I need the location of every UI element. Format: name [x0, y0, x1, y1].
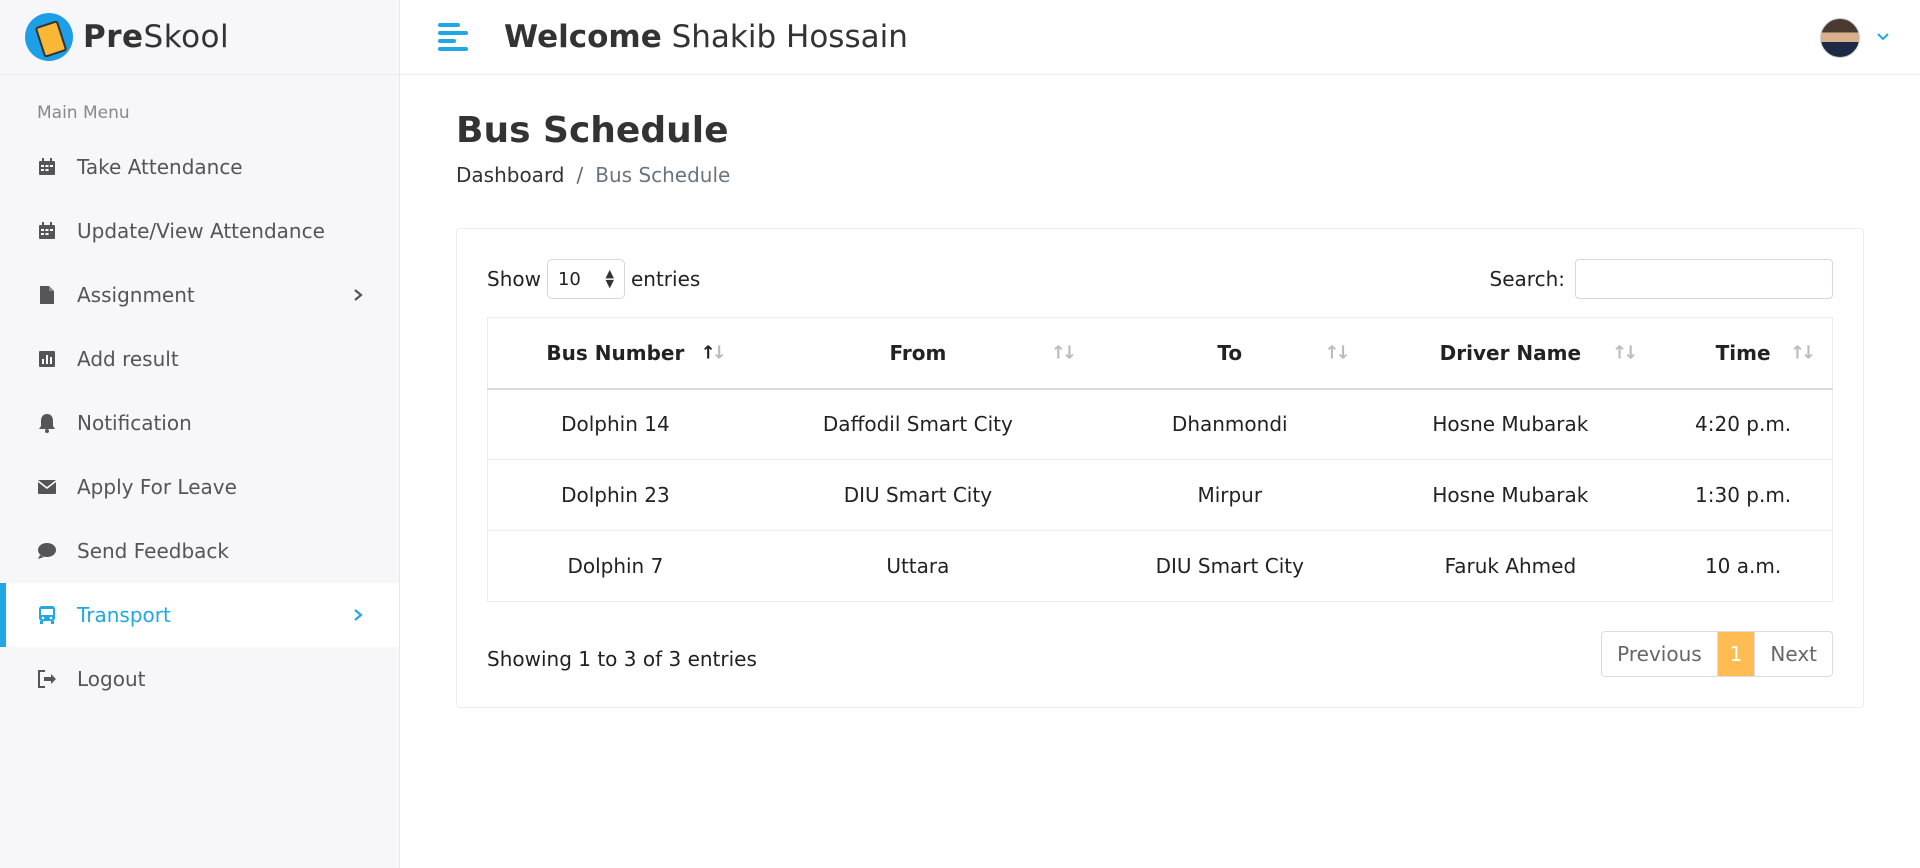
- sidebar-item-label: Apply For Leave: [77, 475, 237, 499]
- select-sort-icon: ▲ ▼: [605, 267, 614, 290]
- sort-icon: ↑↓: [700, 342, 727, 364]
- table-info: Showing 1 to 3 of 3 entries: [487, 647, 757, 671]
- column-header[interactable]: Time ↑↓: [1654, 317, 1833, 390]
- previous-button[interactable]: Previous: [1602, 632, 1718, 676]
- chevron-down-icon[interactable]: [1876, 30, 1890, 44]
- sidebar-item-label: Transport: [77, 603, 171, 627]
- sidebar-nav: Take Attendance Update/View Attendance Ass…: [0, 135, 399, 711]
- column-header[interactable]: From ↑↓: [742, 317, 1093, 390]
- sidebar-item-label: Add result: [77, 347, 179, 371]
- table-cell: Faruk Ahmed: [1366, 530, 1655, 602]
- sidebar-item-notification[interactable]: Notification: [0, 391, 399, 455]
- sort-icon: ↑↓: [1050, 342, 1077, 364]
- column-header-label: Time: [1715, 340, 1771, 365]
- table-row: Dolphin 23 DIU Smart City Mirpur Hosne Muba…: [487, 459, 1833, 531]
- pagination: Previous 1 Next: [1601, 631, 1833, 677]
- sidebar-item-assignment[interactable]: Assignment: [0, 263, 399, 327]
- column-header-label: From: [889, 340, 947, 365]
- breadcrumb-home[interactable]: Dashboard: [456, 163, 565, 187]
- logo[interactable]: PreSkool: [0, 0, 399, 75]
- table-cell: Uttara: [742, 530, 1093, 602]
- sidebar-item-label: Notification: [77, 411, 192, 435]
- welcome-label: Welcome: [504, 19, 662, 55]
- logo-icon: [25, 13, 73, 61]
- sidebar-item-apply-for-leave[interactable]: Apply For Leave: [0, 455, 399, 519]
- chevron-right-icon: [353, 603, 363, 627]
- sidebar-item-label: Send Feedback: [77, 539, 229, 563]
- table-cell: 10 a.m.: [1654, 530, 1833, 602]
- entries-label: entries: [630, 267, 701, 291]
- table-cell: 1:30 p.m.: [1654, 459, 1833, 531]
- table-cell: Hosne Mubarak: [1366, 388, 1655, 460]
- table-header-row: Bus Number ↑↓ From ↑↓ To ↑↓ Driver Name ↑↓ Time ↑…: [487, 317, 1833, 390]
- table-cell: DIU Smart City: [1092, 530, 1367, 602]
- next-button[interactable]: Next: [1754, 632, 1832, 676]
- column-header[interactable]: To ↑↓: [1092, 317, 1367, 390]
- entries-length-control: Show 10 ▲ ▼ entries: [487, 259, 700, 299]
- table-cell: Mirpur: [1092, 459, 1367, 531]
- top-header: Welcome Shakib Hossain: [400, 0, 1920, 75]
- table-cell: Hosne Mubarak: [1366, 459, 1655, 531]
- sidebar: PreSkool Main Menu Take Attendance Update…: [0, 0, 400, 868]
- sidebar-item-label: Take Attendance: [77, 155, 243, 179]
- show-label: Show: [487, 267, 541, 291]
- welcome-text: Welcome Shakib Hossain: [504, 19, 908, 55]
- table-cell: DIU Smart City: [742, 459, 1093, 531]
- sidebar-item-label: Assignment: [77, 283, 195, 307]
- sidebar-item-label: Logout: [77, 667, 146, 691]
- table-cell: Dolphin 14: [487, 388, 743, 460]
- envelope-icon: [37, 477, 57, 497]
- calendar-icon: [37, 157, 57, 177]
- sidebar-item-update-view-attendance[interactable]: Update/View Attendance: [0, 199, 399, 263]
- bus-schedule-card: Show 10 ▲ ▼ entries Search: Bus Number ↑↓ F…: [456, 228, 1864, 708]
- table-cell: Dolphin 7: [487, 530, 743, 602]
- bus-schedule-table: Bus Number ↑↓ From ↑↓ To ↑↓ Driver Name ↑↓ Time ↑…: [487, 317, 1833, 602]
- sort-icon: ↑↓: [1324, 342, 1350, 364]
- user-name: Shakib Hossain: [671, 19, 908, 55]
- sidebar-item-take-attendance[interactable]: Take Attendance: [0, 135, 399, 199]
- sidebar-item-transport[interactable]: Transport: [0, 583, 399, 647]
- search-label: Search:: [1489, 267, 1565, 291]
- column-header-label: Bus Number: [546, 340, 685, 365]
- sort-icon: ↑↓: [1612, 342, 1638, 364]
- column-header[interactable]: Bus Number ↑↓: [487, 317, 743, 390]
- sort-icon: ↑↓: [1789, 342, 1816, 364]
- search-control: Search:: [1490, 259, 1833, 299]
- entries-select[interactable]: 10 ▲ ▼: [546, 259, 625, 299]
- sidebar-item-add-result[interactable]: Add result: [0, 327, 399, 391]
- sidebar-item-label: Update/View Attendance: [77, 219, 325, 243]
- bell-icon: [37, 413, 57, 433]
- breadcrumb: Dashboard / Bus Schedule: [456, 163, 730, 187]
- search-input[interactable]: [1575, 259, 1833, 299]
- menu-title: Main Menu: [37, 103, 130, 123]
- breadcrumb-current: Bus Schedule: [595, 163, 731, 187]
- brand-name: PreSkool: [83, 19, 230, 55]
- table-row: Dolphin 14 Daffodil Smart City Dhanmondi Ho…: [487, 388, 1833, 460]
- sidebar-item-send-feedback[interactable]: Send Feedback: [0, 519, 399, 583]
- column-header-label: To: [1217, 340, 1243, 365]
- page-title: Bus Schedule: [456, 110, 729, 151]
- menu-toggle-icon[interactable]: [438, 23, 468, 51]
- column-header-label: Driver Name: [1439, 340, 1582, 365]
- table-cell: Dhanmondi: [1092, 388, 1367, 460]
- page-1-button[interactable]: 1: [1717, 632, 1755, 676]
- entries-value: 10: [557, 268, 581, 290]
- table-row: Dolphin 7 Uttara DIU Smart City Faruk Ahmed…: [487, 530, 1833, 602]
- file-icon: [37, 285, 57, 305]
- sidebar-item-logout[interactable]: Logout: [0, 647, 399, 711]
- comment-icon: [37, 541, 57, 561]
- table-cell: 4:20 p.m.: [1654, 388, 1833, 460]
- avatar[interactable]: [1820, 18, 1860, 58]
- bar-chart-icon: [37, 349, 57, 369]
- bus-icon: [37, 605, 57, 625]
- sign-out-icon: [37, 669, 57, 689]
- table-body: Dolphin 14 Daffodil Smart City Dhanmondi Ho…: [487, 388, 1833, 602]
- breadcrumb-separator: /: [576, 163, 584, 187]
- table-cell: Dolphin 23: [487, 459, 743, 531]
- column-header[interactable]: Driver Name ↑↓: [1366, 317, 1655, 390]
- table-cell: Daffodil Smart City: [742, 388, 1093, 460]
- chevron-right-icon: [353, 283, 363, 307]
- calendar-icon: [37, 221, 57, 241]
